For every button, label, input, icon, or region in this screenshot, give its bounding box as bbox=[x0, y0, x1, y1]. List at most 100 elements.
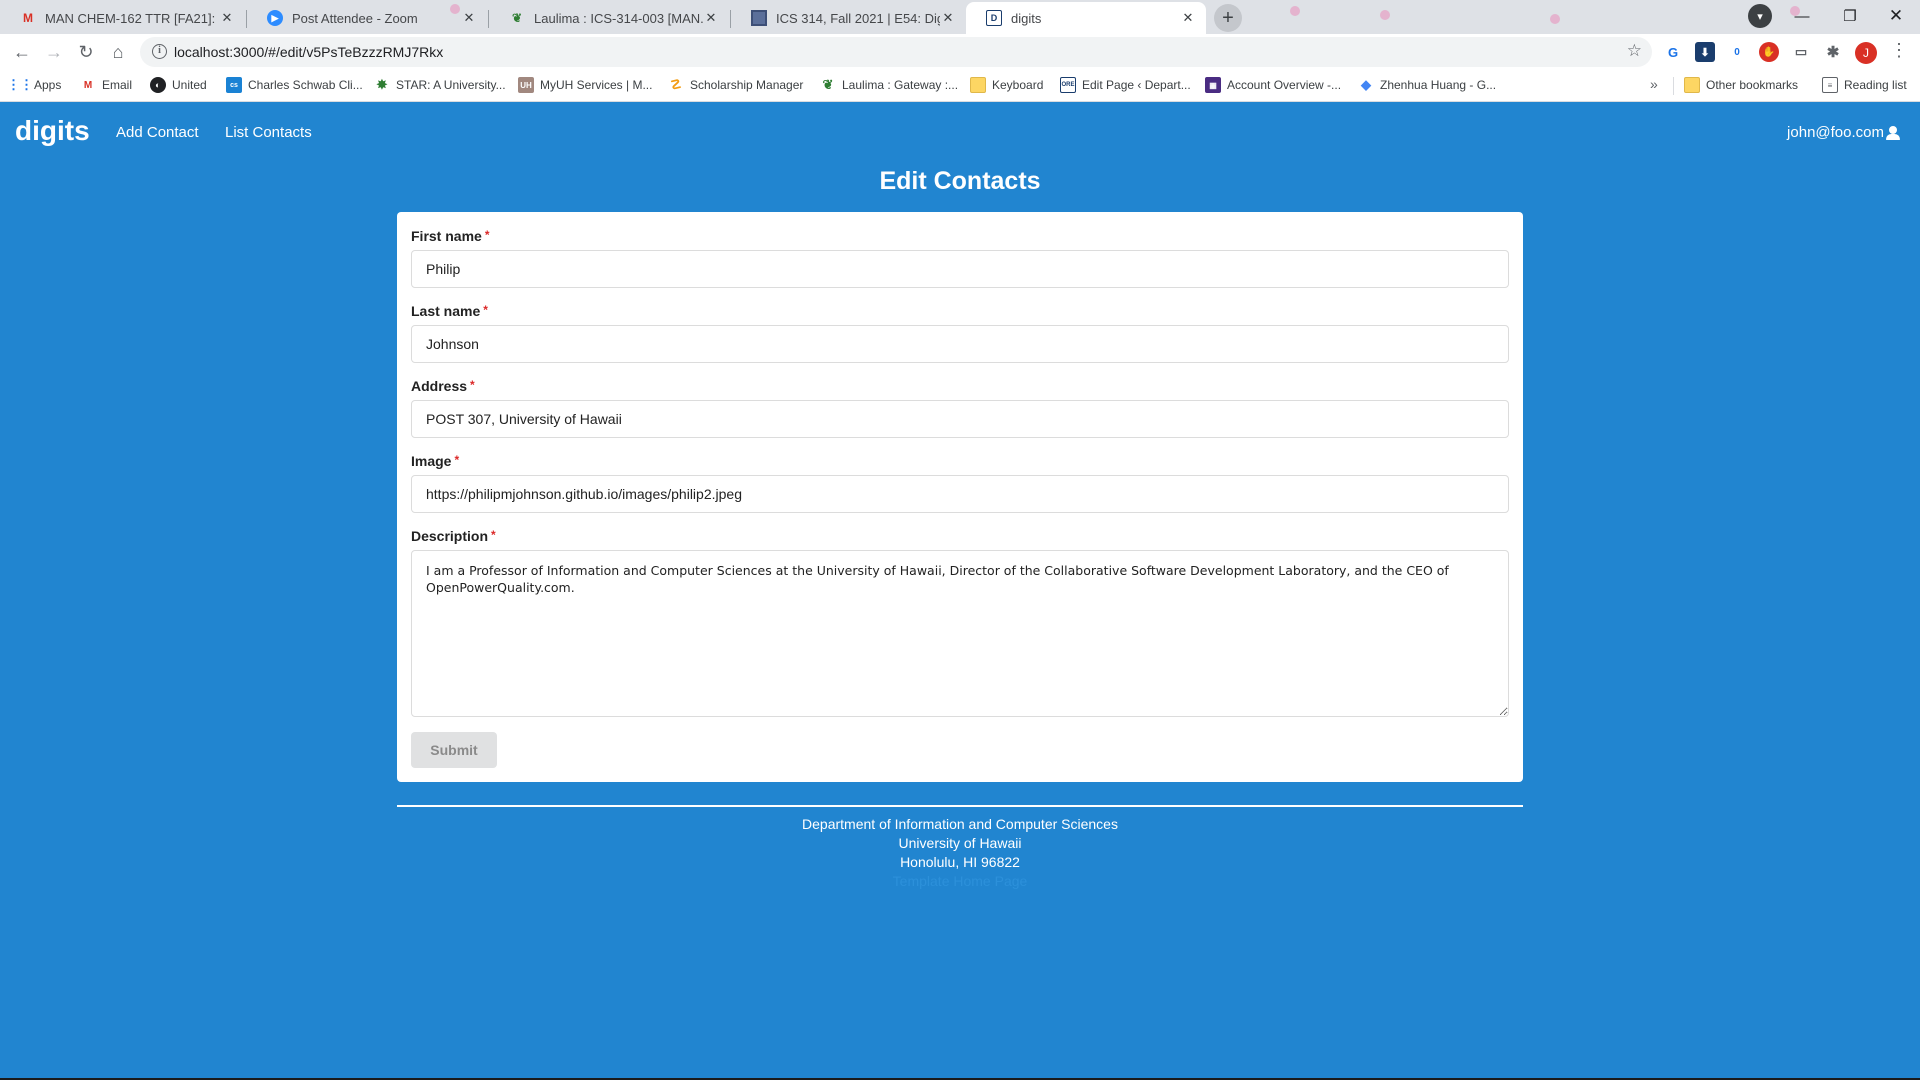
first-name-label: First name * bbox=[411, 228, 489, 244]
nav-list-contacts[interactable]: List Contacts bbox=[225, 124, 312, 141]
bookmark-item[interactable]: UH MyUH Services | M... bbox=[518, 77, 652, 93]
close-icon[interactable]: ✕ bbox=[219, 10, 235, 26]
browser-tab[interactable]: ICS 314, Fall 2021 | E54: Digits, Pa ✕ bbox=[731, 2, 966, 34]
restore-button[interactable]: ❐ bbox=[1836, 2, 1864, 30]
cast-extension-icon[interactable]: ▭ bbox=[1791, 42, 1811, 62]
page-title: Edit Contacts bbox=[879, 167, 1041, 195]
restore-icon: ❐ bbox=[1843, 8, 1857, 25]
extensions-puzzle-icon[interactable]: ✱ bbox=[1823, 42, 1843, 62]
reload-button[interactable]: ↻ bbox=[72, 38, 100, 66]
browser-tab[interactable]: ▶ Post Attendee - Zoom ✕ bbox=[247, 2, 487, 34]
tab-label: Laulima : ICS-314-003 [MAN.87 bbox=[534, 10, 703, 26]
close-icon: ✕ bbox=[1888, 6, 1904, 25]
scholar-icon: ◆ bbox=[1361, 77, 1371, 92]
address-field[interactable] bbox=[411, 400, 1509, 438]
browser-tab[interactable]: ❦ Laulima : ICS-314-003 [MAN.87 ✕ bbox=[489, 2, 729, 34]
site-info-icon[interactable]: i bbox=[152, 44, 167, 59]
bookmark-item[interactable]: ◆ Zhenhua Huang - G... bbox=[1358, 77, 1496, 93]
back-arrow-icon: ← bbox=[13, 41, 31, 62]
description-field[interactable]: I am a Professor of Information and Comp… bbox=[411, 550, 1509, 717]
bookmark-star-icon[interactable]: ☆ bbox=[1627, 41, 1642, 61]
footer-template-link[interactable]: Template Home Page bbox=[397, 872, 1523, 891]
folder-icon bbox=[1684, 77, 1700, 93]
new-tab-button[interactable]: + bbox=[1214, 4, 1242, 32]
bookmark-item[interactable]: ☡ Scholarship Manager bbox=[668, 77, 803, 93]
forward-button[interactable]: → bbox=[40, 38, 68, 66]
bookmark-label: Keyboard bbox=[992, 78, 1044, 92]
bookmark-item[interactable]: ✸ STAR: A University... bbox=[374, 77, 506, 93]
user-menu[interactable]: john@foo.com bbox=[1787, 124, 1900, 141]
description-label: Description * bbox=[411, 528, 496, 544]
bookmark-label: STAR: A University... bbox=[396, 78, 506, 92]
schwab-icon: cs bbox=[226, 77, 242, 93]
laulima-icon: ❦ bbox=[822, 77, 834, 92]
bookmark-label: Apps bbox=[34, 78, 62, 92]
bookmark-item[interactable]: ORE Edit Page ‹ Depart... bbox=[1060, 77, 1191, 93]
tab-search-button[interactable]: ▾ bbox=[1748, 4, 1772, 28]
bookmark-label: Zhenhua Huang - G... bbox=[1380, 78, 1497, 92]
close-icon[interactable]: ✕ bbox=[1180, 10, 1196, 26]
kebab-menu-icon[interactable]: ⋮ bbox=[1890, 40, 1908, 61]
bookmarks-overflow-button[interactable]: » bbox=[1650, 76, 1658, 92]
translate-extension-icon[interactable]: G bbox=[1663, 42, 1683, 62]
footer-department: Department of Information and Computer S… bbox=[802, 816, 1118, 832]
home-icon: ⌂ bbox=[112, 41, 124, 62]
close-icon[interactable]: ✕ bbox=[703, 10, 719, 26]
address-bar[interactable]: i localhost:3000/#/edit/v5PsTeBzzzRMJ7Rk… bbox=[140, 37, 1652, 67]
last-name-field[interactable] bbox=[411, 325, 1509, 363]
bookmark-label: Edit Page ‹ Depart... bbox=[1082, 78, 1191, 92]
image-url-field[interactable] bbox=[411, 475, 1509, 513]
required-mark: * bbox=[470, 378, 475, 392]
profile-avatar[interactable]: J bbox=[1855, 42, 1877, 64]
bookmark-item[interactable]: ◐ United bbox=[150, 77, 207, 93]
back-button[interactable]: ← bbox=[8, 38, 36, 66]
bookmark-label: Scholarship Manager bbox=[690, 78, 804, 92]
submit-button[interactable]: Submit bbox=[411, 732, 497, 768]
user-icon bbox=[1886, 125, 1900, 140]
image-label: Image * bbox=[411, 453, 459, 469]
ore-icon: ORE bbox=[1060, 77, 1076, 93]
edit-contact-form: First name* Last name* Address* Image* D… bbox=[397, 212, 1523, 782]
tab-label: ICS 314, Fall 2021 | E54: Digits, Pa bbox=[776, 10, 940, 26]
browser-tab[interactable]: M MAN CHEM-162 TTR [FA21]: Rec ✕ bbox=[0, 2, 245, 34]
close-icon[interactable]: ✕ bbox=[940, 10, 956, 26]
reading-list-label: Reading list bbox=[1844, 78, 1907, 92]
plus-icon: + bbox=[1222, 6, 1234, 29]
required-mark: * bbox=[483, 303, 488, 317]
reload-icon: ↻ bbox=[78, 41, 94, 62]
other-bookmarks[interactable]: Other bookmarks bbox=[1684, 77, 1798, 93]
browser-tab-active[interactable]: D digits ✕ bbox=[966, 2, 1206, 34]
adblock-extension-icon[interactable]: ✋ bbox=[1759, 42, 1779, 62]
download-extension-icon[interactable]: ⬇ bbox=[1695, 42, 1715, 62]
tab-label: MAN CHEM-162 TTR [FA21]: Rec bbox=[45, 10, 219, 26]
footer-university: University of Hawaii bbox=[898, 835, 1022, 851]
globe-icon: ◐ bbox=[150, 77, 166, 93]
first-name-field[interactable] bbox=[411, 250, 1509, 288]
uh-icon: UH bbox=[518, 77, 534, 93]
bookmarks-bar: ⋮⋮ Apps M Email ◐ United cs Charles Schw… bbox=[0, 70, 1920, 102]
bookmark-item[interactable]: ▦ Account Overview -... bbox=[1205, 77, 1341, 93]
extension-badge-icon[interactable]: 0 bbox=[1727, 42, 1747, 62]
close-icon[interactable]: ✕ bbox=[461, 10, 477, 26]
bookmark-label: United bbox=[172, 78, 207, 92]
minimize-button[interactable]: — bbox=[1788, 2, 1816, 30]
field-label-text: Last name bbox=[411, 303, 481, 319]
brand-logo[interactable]: digits bbox=[15, 115, 90, 147]
close-window-button[interactable]: ✕ bbox=[1882, 2, 1910, 30]
address-url[interactable]: localhost:3000/#/edit/v5PsTeBzzzRMJ7Rkx bbox=[174, 44, 443, 60]
bookmark-item[interactable]: cs Charles Schwab Cli... bbox=[226, 77, 363, 93]
bookmark-item[interactable]: M Email bbox=[80, 77, 132, 93]
reading-list-icon: ≡ bbox=[1822, 77, 1838, 93]
reading-list[interactable]: ≡ Reading list bbox=[1822, 77, 1907, 93]
gmail-icon: M bbox=[83, 79, 93, 91]
home-button[interactable]: ⌂ bbox=[104, 38, 132, 66]
bookmark-item[interactable]: Keyboard bbox=[970, 77, 1043, 93]
tab-label: Post Attendee - Zoom bbox=[292, 10, 418, 26]
user-email: john@foo.com bbox=[1787, 124, 1884, 141]
other-bookmarks-label: Other bookmarks bbox=[1706, 78, 1799, 92]
background-blossom-decoration bbox=[1550, 14, 1560, 24]
nav-add-contact[interactable]: Add Contact bbox=[116, 124, 199, 141]
bookmark-item[interactable]: ⋮⋮ Apps bbox=[7, 77, 62, 93]
bookmark-item[interactable]: ❦ Laulima : Gateway :... bbox=[820, 77, 959, 93]
page-icon bbox=[751, 10, 767, 26]
